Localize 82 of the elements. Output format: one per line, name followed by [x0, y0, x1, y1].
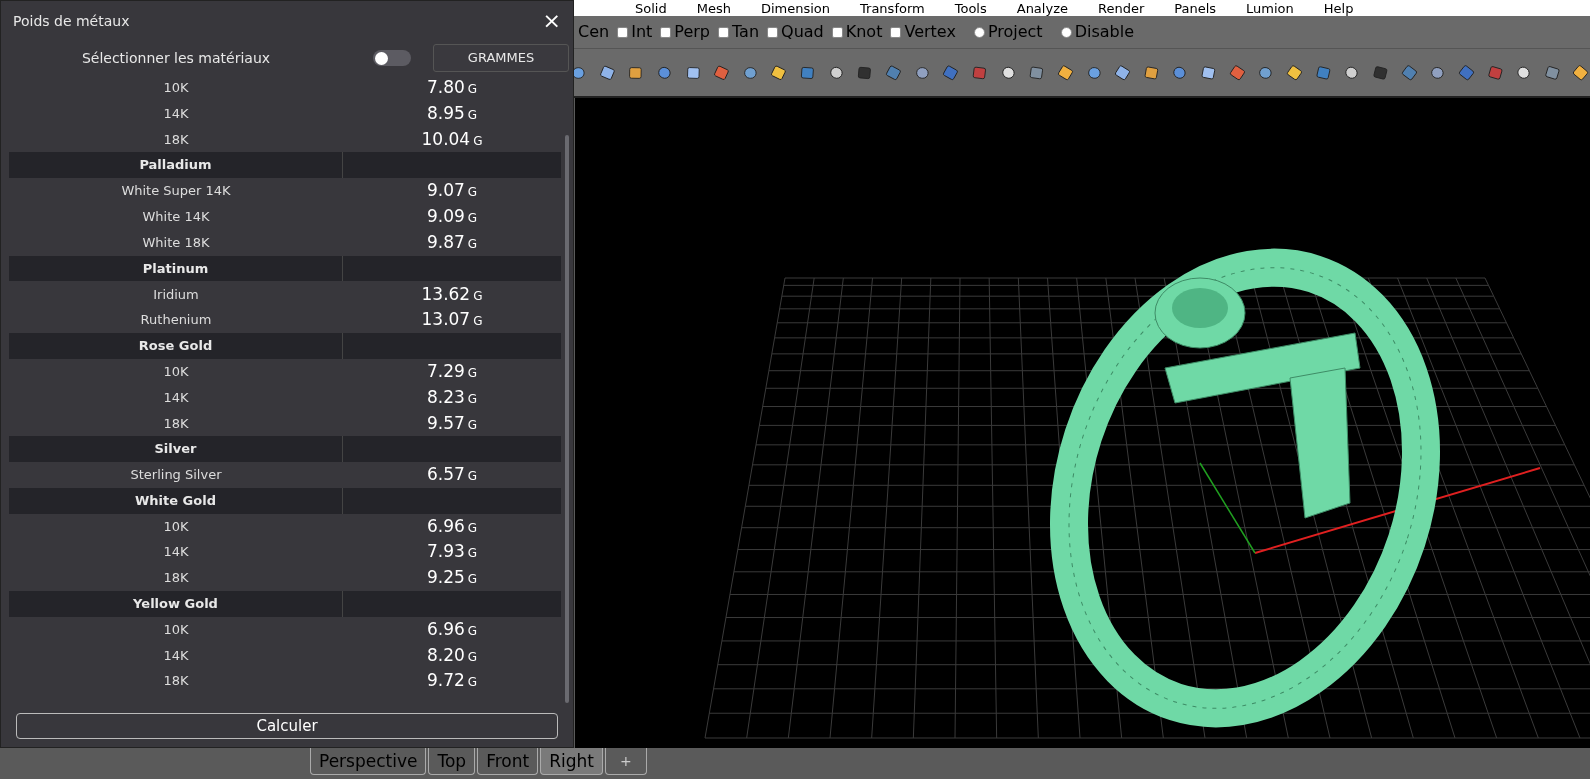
weight-value: 9.57 G [425, 411, 479, 435]
group-header: Rose Gold [9, 332, 343, 359]
weight-value: 7.80 G [425, 76, 479, 100]
weight-value: 10.04 G [420, 127, 484, 151]
menu-item[interactable]: Panels [1174, 1, 1217, 15]
material-name: 10K [162, 517, 190, 536]
weight-value: 9.87 G [425, 230, 479, 254]
weight-value: 7.93 G [425, 540, 479, 564]
menu-item[interactable]: Solid [635, 1, 667, 15]
weight-value: 9.09 G [425, 205, 479, 229]
material-name: 18K [162, 569, 190, 588]
menu-item[interactable]: Render [1097, 1, 1145, 15]
radio-button[interactable] [973, 26, 985, 38]
weight-value: 6.57 G [425, 463, 479, 487]
group-header: White Gold [9, 487, 343, 514]
material-name: White Super 14K [120, 182, 232, 201]
material-name: 18K [162, 130, 190, 149]
toggle-switch[interactable] [373, 50, 411, 66]
osnap-option[interactable]: Tan [717, 20, 760, 44]
add-tab-button[interactable]: + [604, 748, 647, 775]
osnap-option[interactable]: Vertex [890, 20, 956, 44]
unit-button[interactable]: GRAMMES [433, 44, 569, 72]
weight-value: 13.07 G [420, 308, 484, 332]
osnap-option[interactable]: Int [617, 20, 653, 44]
material-name: 14K [162, 543, 190, 562]
group-header: Palladium [9, 152, 343, 179]
material-name: Iridium [152, 285, 200, 304]
close-button[interactable]: × [542, 10, 561, 32]
select-materials-label: Sélectionner les matériaux [80, 48, 272, 68]
material-name: 10K [162, 362, 190, 381]
weight-value: 7.29 G [425, 359, 479, 383]
osnap-option[interactable]: Knot [831, 20, 883, 44]
group-header: Platinum [9, 255, 343, 282]
weight-value: 8.20 G [425, 643, 479, 667]
weight-value: 9.72 G [425, 669, 479, 693]
menu-item[interactable]: Mesh [696, 1, 731, 15]
menu-item[interactable]: Analyze [1016, 1, 1068, 15]
group-header: Silver [9, 436, 343, 462]
menu-item[interactable]: Dimension [760, 1, 831, 15]
weight-value: 9.07 G [425, 179, 479, 203]
material-name: Ruthenium [139, 311, 213, 330]
viewport-tab[interactable]: Top [428, 748, 476, 775]
material-name: 14K [162, 104, 190, 123]
viewport-tab[interactable]: Right [540, 748, 603, 775]
radio-button[interactable] [1060, 26, 1072, 38]
osnap-option[interactable]: Perp [660, 20, 710, 44]
material-name: 10K [162, 620, 190, 639]
material-name: Sterling Silver [129, 466, 223, 485]
checkbox[interactable] [890, 26, 902, 38]
menu-item[interactable]: Lumion [1246, 1, 1294, 15]
checkbox[interactable] [660, 26, 672, 38]
material-name: White 14K [141, 208, 211, 227]
weight-value: 6.96 G [425, 514, 479, 538]
calculate-button[interactable]: Calculer [16, 713, 558, 739]
checkbox[interactable] [831, 26, 843, 38]
weight-value: 6.96 G [425, 617, 479, 641]
tool-icon[interactable] [770, 62, 789, 83]
dialog-title: Poids de métaux [13, 11, 130, 31]
group-header: Yellow Gold [9, 590, 343, 617]
weight-value: 8.95 G [425, 101, 479, 125]
material-name: 14K [162, 388, 190, 407]
material-name: 18K [162, 414, 190, 433]
osnap-option[interactable]: Project [973, 20, 1043, 44]
material-name: 10K [162, 79, 190, 98]
viewport-tab[interactable]: Perspective [310, 748, 427, 775]
weight-value: 13.62 G [420, 282, 484, 306]
material-name: 14K [162, 646, 190, 665]
tool-icon[interactable] [713, 62, 731, 83]
menu-item[interactable]: Help [1323, 1, 1354, 15]
checkbox[interactable] [767, 26, 779, 38]
osnap-option[interactable]: Cen [578, 20, 610, 44]
checkbox[interactable] [617, 26, 629, 38]
menu-item[interactable]: Tools [954, 1, 987, 15]
material-name: White 18K [141, 233, 211, 252]
osnap-option[interactable]: Quad [767, 20, 824, 44]
osnap-option[interactable]: Disable [1060, 20, 1134, 44]
weight-value: 8.23 G [425, 385, 479, 409]
menu-item[interactable]: Transform [860, 1, 925, 15]
viewport-tab[interactable]: Front [477, 748, 539, 775]
checkbox[interactable] [717, 26, 729, 38]
weight-value: 9.25 G [425, 566, 479, 590]
material-name: 18K [162, 672, 190, 691]
